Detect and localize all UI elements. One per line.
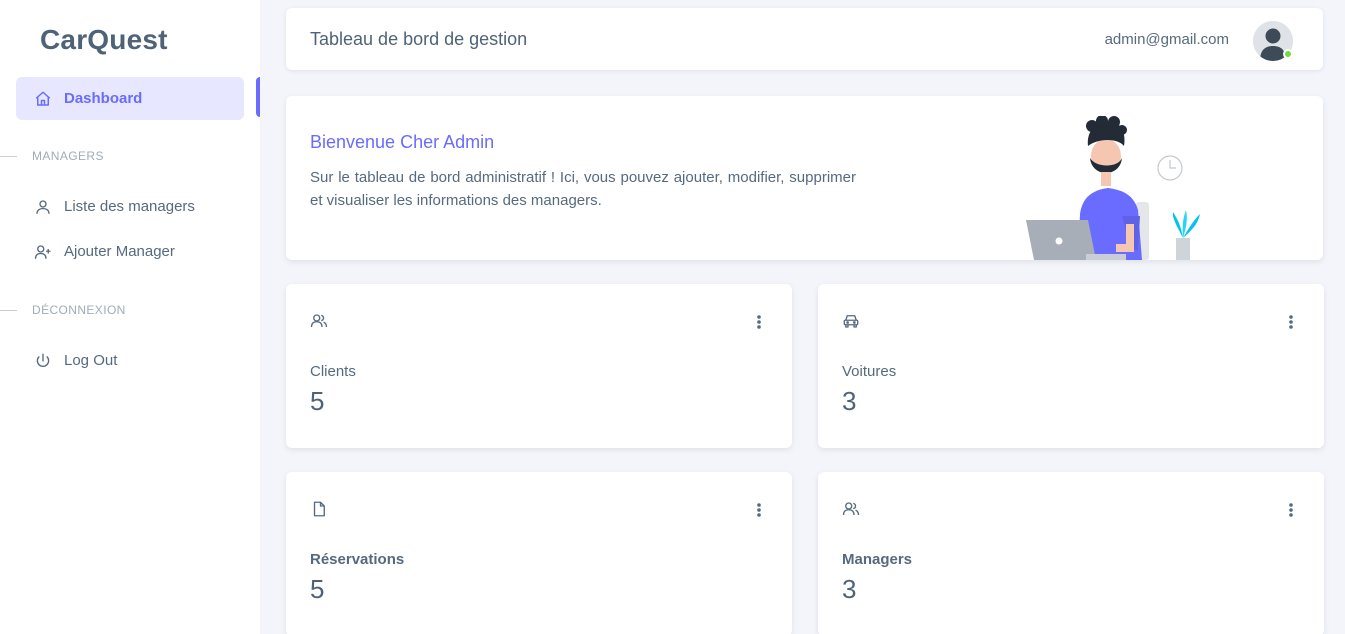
stat-value: 3 bbox=[842, 386, 857, 416]
stat-card-voitures: Voitures 3 bbox=[818, 284, 1324, 448]
sidebar-item-dashboard[interactable]: Dashboard bbox=[16, 77, 244, 120]
more-options-icon[interactable] bbox=[756, 314, 762, 330]
stat-label: Clients bbox=[310, 363, 356, 380]
user-icon bbox=[34, 198, 52, 216]
more-options-icon[interactable] bbox=[1288, 502, 1294, 518]
sidebar-item-logout[interactable]: Log Out bbox=[16, 339, 244, 382]
welcome-text: Sur le tableau de bord administratif ! I… bbox=[310, 169, 856, 209]
sidebar-item-label: Ajouter Manager bbox=[64, 243, 175, 260]
admin-illustration bbox=[1026, 116, 1200, 260]
user-email: admin@gmail.com bbox=[1104, 31, 1229, 48]
more-options-icon[interactable] bbox=[1288, 314, 1294, 330]
online-status-dot bbox=[1283, 49, 1293, 59]
welcome-title: Bienvenue Cher Admin bbox=[310, 132, 495, 152]
file-icon bbox=[310, 500, 328, 518]
stat-label: Réservations bbox=[310, 551, 405, 568]
stat-card-clients: Clients 5 bbox=[286, 284, 792, 448]
sidebar-item-liste-managers[interactable]: Liste des managers bbox=[16, 185, 244, 228]
stat-card-managers: Managers 3 bbox=[818, 472, 1324, 634]
sidebar: CarQuest Dashboard MANAGERS Liste des ma… bbox=[0, 0, 260, 634]
stat-value: 5 bbox=[310, 386, 325, 416]
sidebar-item-label: Dashboard bbox=[64, 90, 143, 107]
welcome-card: Bienvenue Cher Admin Sur le tableau de b… bbox=[286, 96, 1323, 260]
stat-value: 3 bbox=[842, 574, 857, 604]
stat-label: Managers bbox=[842, 551, 913, 568]
more-options-icon[interactable] bbox=[756, 502, 762, 518]
sidebar-item-label: Liste des managers bbox=[64, 198, 195, 215]
users-icon bbox=[310, 312, 328, 330]
page-title: Tableau de bord de gestion bbox=[310, 29, 528, 49]
user-plus-icon bbox=[34, 243, 52, 261]
active-indicator bbox=[256, 77, 260, 117]
top-navbar: Tableau de bord de gestion admin@gmail.c… bbox=[286, 8, 1323, 70]
brand-logo[interactable]: CarQuest bbox=[40, 24, 168, 56]
sidebar-item-label: Log Out bbox=[64, 352, 118, 369]
stat-value: 5 bbox=[310, 574, 325, 604]
users-icon bbox=[842, 500, 860, 518]
stat-label: Voitures bbox=[842, 363, 897, 380]
power-icon bbox=[34, 352, 52, 370]
section-header-managers: MANAGERS bbox=[0, 146, 260, 166]
sidebar-item-ajouter-manager[interactable]: Ajouter Manager bbox=[16, 230, 244, 273]
stat-card-reservations: Réservations 5 bbox=[286, 472, 792, 634]
car-icon bbox=[842, 312, 860, 330]
home-icon bbox=[34, 90, 52, 108]
section-header-deconnexion: DÉCONNEXION bbox=[0, 300, 260, 320]
